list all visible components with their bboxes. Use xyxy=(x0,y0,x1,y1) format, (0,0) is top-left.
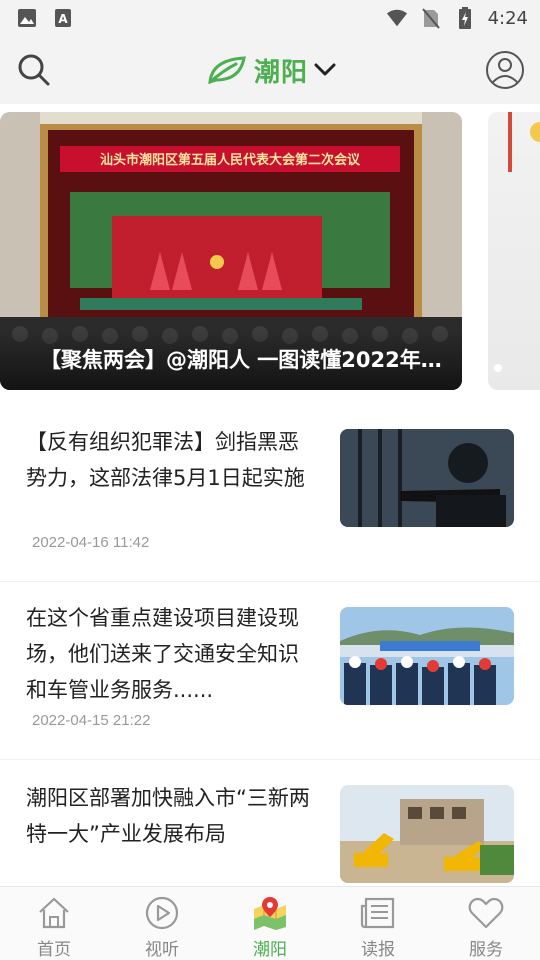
banner-slide[interactable]: 汕头市潮阳区第五届人民代表大会第二次会议 【聚焦两会】@潮阳人 一图读懂2022… xyxy=(0,112,462,390)
nav-item-home[interactable]: 首页 xyxy=(0,887,108,960)
status-time: 4:24 xyxy=(487,7,528,29)
nav-item-newspaper[interactable]: 读报 xyxy=(324,887,432,960)
heart-icon xyxy=(468,895,504,931)
banner-image-next xyxy=(508,112,540,172)
battery-charging-icon xyxy=(454,7,476,29)
svg-text:A: A xyxy=(58,12,68,26)
carousel-indicator-dot[interactable] xyxy=(494,364,502,372)
app-header: 潮阳 xyxy=(0,36,540,104)
no-sim-icon xyxy=(420,7,442,29)
banner-caption: 【聚焦两会】@潮阳人 一图读懂2022年潮… xyxy=(0,330,462,390)
nav-label: 首页 xyxy=(37,940,71,960)
play-circle-icon xyxy=(144,895,180,931)
newspaper-icon xyxy=(360,895,396,931)
news-list-item[interactable]: 在这个省重点建设项目建设现场，他们送来了交通安全知识和车管业务服务...... … xyxy=(0,582,540,760)
search-button[interactable] xyxy=(14,50,54,90)
news-title: 在这个省重点建设项目建设现场，他们送来了交通安全知识和车管业务服务...... xyxy=(26,606,299,702)
bottom-navigation: 首页 视听 潮阳 读报 服务 xyxy=(0,886,540,960)
channel-name: 潮阳 xyxy=(254,57,309,88)
banner-carousel[interactable]: 汕头市潮阳区第五届人民代表大会第二次会议 【聚焦两会】@潮阳人 一图读懂2022… xyxy=(0,112,540,392)
nav-label: 视听 xyxy=(145,940,179,960)
news-date: 2022-04-15 21:22 xyxy=(32,712,151,729)
news-title: 【反有组织犯罪法】剑指黑恶势力，这部法律5月1日起实施 xyxy=(26,430,305,490)
banner-slide-next[interactable] xyxy=(488,112,540,390)
chevron-down-icon xyxy=(314,63,336,76)
profile-button[interactable] xyxy=(484,49,526,91)
search-icon xyxy=(18,54,50,86)
nav-item-service[interactable]: 服务 xyxy=(432,887,540,960)
news-list-item[interactable]: 【反有组织犯罪法】剑指黑恶势力，这部法律5月1日起实施 2022-04-16 1… xyxy=(0,404,540,582)
nav-item-chaoyang[interactable]: 潮阳 xyxy=(216,887,324,960)
news-date: 2022-04-16 11:42 xyxy=(32,534,150,551)
nav-label: 读报 xyxy=(361,940,395,960)
user-profile-icon xyxy=(486,51,524,89)
nav-label: 服务 xyxy=(469,940,503,960)
news-thumbnail xyxy=(340,607,514,705)
channel-switcher[interactable]: 潮阳 xyxy=(206,48,336,92)
nav-item-video[interactable]: 视听 xyxy=(108,887,216,960)
wifi-icon xyxy=(386,7,408,29)
news-title: 潮阳区部署加快融入市“三新两特一大”产业发展布局 xyxy=(26,786,310,846)
image-icon xyxy=(16,7,38,29)
banner-stage-text: 汕头市潮阳区第五届人民代表大会第二次会议 xyxy=(100,152,361,168)
news-thumbnail xyxy=(340,429,514,527)
nav-label: 潮阳 xyxy=(253,940,287,960)
home-icon xyxy=(36,895,72,931)
leaf-logo-icon xyxy=(208,56,246,85)
map-pin-icon xyxy=(252,895,288,931)
font-a-icon: A xyxy=(52,7,74,29)
status-bar: A 4:24 xyxy=(0,0,540,36)
news-thumbnail xyxy=(340,785,514,883)
